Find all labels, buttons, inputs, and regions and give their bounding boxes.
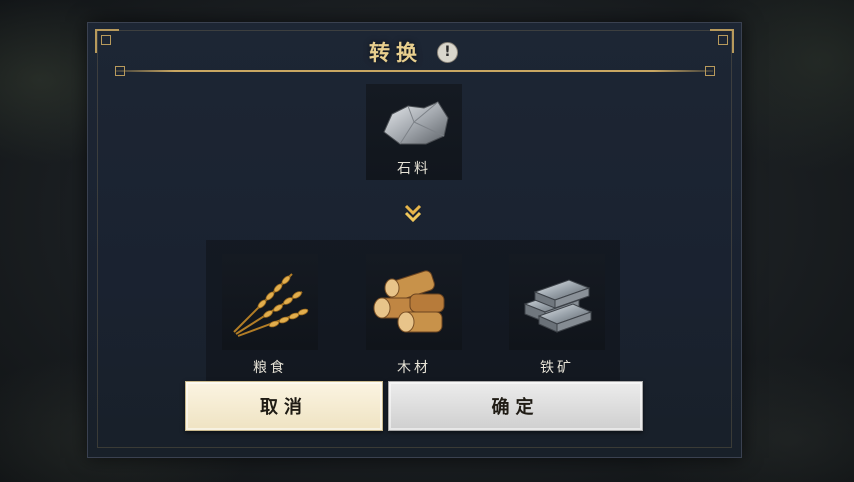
target-slot-iron[interactable] xyxy=(509,254,605,350)
stone-icon xyxy=(383,101,449,145)
target-slot-wood[interactable] xyxy=(366,254,462,350)
confirm-button[interactable]: 确定 xyxy=(388,381,643,431)
target-slot-food[interactable] xyxy=(222,254,318,350)
target-label-iron: 铁矿 xyxy=(540,360,574,376)
dialog-title: 转换 xyxy=(369,40,423,65)
target-label-wood: 木材 xyxy=(397,360,431,376)
dialog-header: 转换 ! xyxy=(87,36,740,68)
double-chevron-down-icon xyxy=(404,204,422,223)
source-resource-slot[interactable]: 石料 xyxy=(366,84,462,180)
title-divider xyxy=(115,70,713,72)
divider-ornament-left xyxy=(115,66,125,76)
wheat-icon xyxy=(233,273,309,337)
exclamation-info-icon[interactable]: ! xyxy=(437,41,458,63)
wood-logs-icon xyxy=(373,270,445,333)
divider-ornament-right xyxy=(705,66,715,76)
target-label-food: 粮食 xyxy=(253,360,287,376)
iron-ingots-icon xyxy=(523,279,593,333)
cancel-button[interactable]: 取消 xyxy=(185,381,383,431)
source-label: 石料 xyxy=(397,161,431,177)
